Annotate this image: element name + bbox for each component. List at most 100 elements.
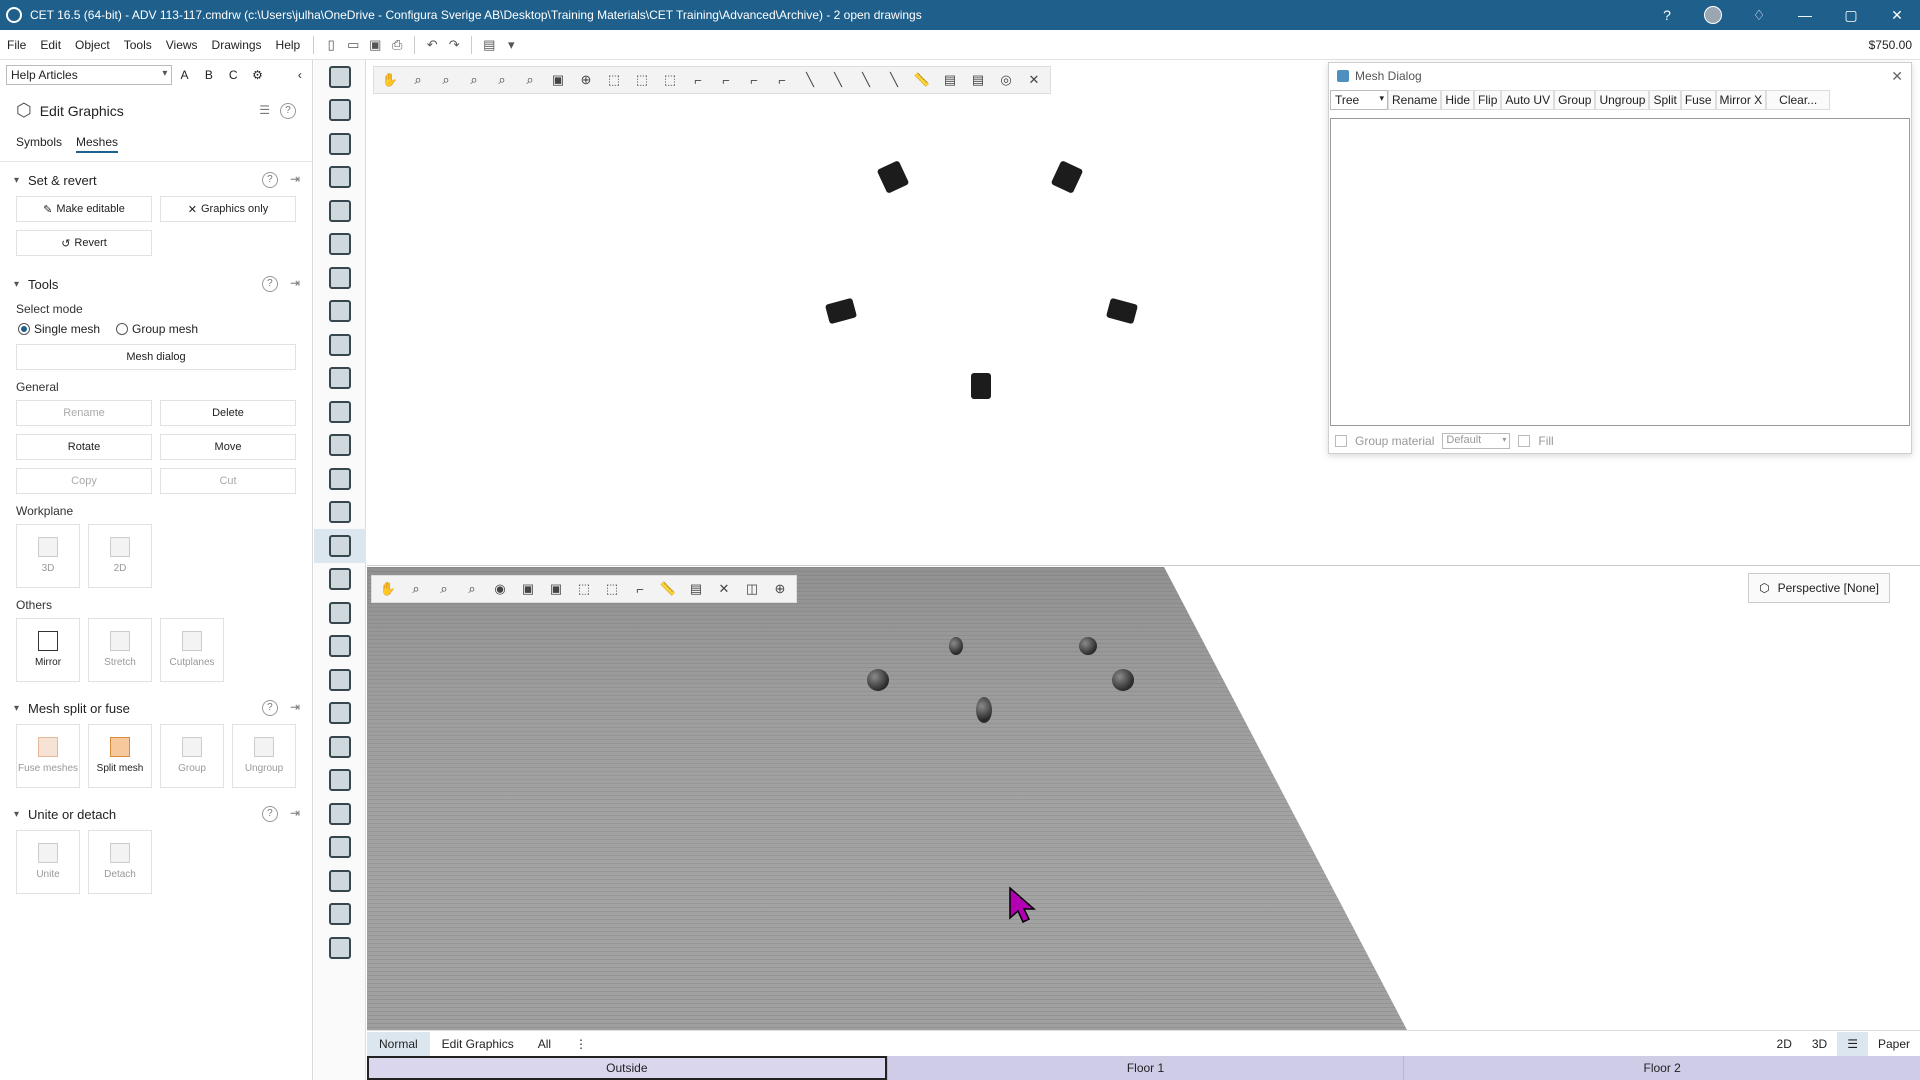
menu-views[interactable]: Views [159, 38, 205, 52]
mirror-x-button[interactable]: Mirror X [1715, 90, 1767, 110]
toolbar-catalog-icon[interactable] [314, 864, 366, 898]
stretch-button[interactable]: Stretch [88, 618, 152, 682]
ungroup-button[interactable]: Ungroup [1595, 90, 1650, 110]
mesh-dialog-button[interactable]: Mesh dialog [16, 344, 296, 370]
toolbar-drawing-icon[interactable] [314, 60, 366, 94]
tab-symbols[interactable]: Symbols [16, 135, 62, 153]
auto-uv-button[interactable]: Auto UV [1501, 90, 1555, 110]
zoom-extents-icon[interactable]: ⌕ [490, 69, 514, 91]
export-icon[interactable]: ⇥ [290, 700, 300, 716]
toolbar-camera-icon[interactable] [314, 596, 366, 630]
split-view-icon[interactable]: ☰ [1837, 1031, 1868, 1056]
layer2-icon[interactable]: ▤ [966, 69, 990, 91]
group-mesh-radio[interactable]: Group mesh [116, 322, 198, 336]
notification-icon[interactable]: ♢ [1736, 0, 1782, 30]
zoom-extents-icon[interactable]: ⌕ [460, 578, 484, 600]
more-options-icon[interactable]: ⋮ [563, 1032, 599, 1056]
line3-icon[interactable]: ╲ [854, 69, 878, 91]
mesh-object-3d[interactable] [949, 637, 963, 655]
screenshot-icon[interactable]: ▣ [546, 69, 570, 91]
graphics-only-button[interactable]: ✕ Graphics only [160, 196, 296, 222]
help-icon[interactable]: ? [261, 276, 278, 292]
delete-button[interactable]: Delete [160, 400, 296, 426]
detach-button[interactable]: Detach [88, 830, 152, 894]
toolbar-fish-icon[interactable] [314, 730, 366, 764]
view-2d-button[interactable]: 2D [1767, 1032, 1802, 1056]
view-paper-button[interactable]: Paper [1868, 1032, 1920, 1056]
toolbar-flag-icon[interactable] [314, 496, 366, 530]
group-material-checkbox[interactable] [1335, 435, 1347, 447]
clear-button[interactable]: Clear... [1766, 90, 1831, 110]
snap4-icon[interactable]: ⌐ [770, 69, 794, 91]
tree-select[interactable]: Tree ▾ [1330, 90, 1388, 110]
export-icon[interactable]: ⇥ [290, 172, 300, 188]
tab-edit-graphics[interactable]: Edit Graphics [430, 1032, 526, 1056]
letter-c-button[interactable]: C [221, 68, 245, 82]
section-unite-detach[interactable]: ▾ Unite or detach ? ⇥ [0, 802, 312, 826]
zoom-icon[interactable]: ⌕ [404, 578, 428, 600]
select-list-icon[interactable]: ⬚ [658, 69, 682, 91]
menu-help[interactable]: Help [269, 38, 308, 52]
split-mesh-button[interactable]: Split mesh [88, 724, 152, 788]
floor-outside[interactable]: Outside [367, 1056, 887, 1080]
toolbar-utensils-icon[interactable] [314, 328, 366, 362]
help-icon[interactable]: ? [261, 172, 278, 188]
material-select[interactable]: Default ▾ [1442, 433, 1511, 449]
group-button[interactable]: Group [1554, 90, 1596, 110]
zoom-out-icon[interactable]: ⌕ [432, 578, 456, 600]
redo-icon[interactable]: ↷ [443, 34, 465, 56]
line-icon[interactable]: ╲ [798, 69, 822, 91]
mesh-object-3d[interactable] [1112, 669, 1134, 691]
pan-icon[interactable]: ✋ [378, 69, 402, 91]
mesh-object-3d[interactable] [867, 669, 889, 691]
settings-icon[interactable]: ⚙ [245, 68, 269, 82]
move-button[interactable]: Move [160, 434, 296, 460]
toolbar-robot-icon[interactable] [314, 563, 366, 597]
toolbar-lightbulb-icon[interactable] [314, 362, 366, 396]
mesh-object[interactable] [971, 373, 991, 399]
view-3d[interactable]: ✋ ⌕ ⌕ ⌕ ◉ ▣ ▣ ⬚ ⬚ ⌐ 📏 ▤ ✕ ◫ ⊕ ⬡ Perspect… [367, 567, 1920, 1030]
ungroup-button[interactable]: Ungroup [232, 724, 296, 788]
split-button[interactable]: Split [1649, 90, 1681, 110]
revert-button[interactable]: ↺ Revert [16, 230, 152, 256]
orbit-icon[interactable]: ◉ [488, 578, 512, 600]
toolbar-tools-icon[interactable] [314, 161, 366, 195]
toolbar-people-icon[interactable] [314, 295, 366, 329]
toolbar-home-icon[interactable] [314, 429, 366, 463]
snap2-icon[interactable]: ⌐ [714, 69, 738, 91]
line2-icon[interactable]: ╲ [826, 69, 850, 91]
help-icon[interactable]: ? [261, 700, 278, 716]
zoom-out-icon[interactable]: ⌕ [434, 69, 458, 91]
menu-tools[interactable]: Tools [117, 38, 159, 52]
help-icon[interactable]: ? [261, 806, 278, 822]
section-split-fuse[interactable]: ▾ Mesh split or fuse ? ⇥ [0, 696, 312, 720]
snap-icon[interactable]: ⌐ [686, 69, 710, 91]
clear-icon[interactable]: ✕ [712, 578, 736, 600]
toolbar-book-icon[interactable] [314, 663, 366, 697]
layer-icon[interactable]: ▤ [938, 69, 962, 91]
snap-icon[interactable]: ⌐ [628, 578, 652, 600]
avatar[interactable] [1690, 0, 1736, 30]
print-icon[interactable]: ⎙ [386, 34, 408, 56]
new-file-icon[interactable]: ▯ [320, 34, 342, 56]
letter-a-button[interactable]: A [172, 68, 196, 82]
fuse-meshes-button[interactable]: Fuse meshes [16, 724, 80, 788]
chevron-down-icon[interactable]: ▾ [500, 34, 522, 56]
select-icon[interactable]: ⬚ [572, 578, 596, 600]
zoom-window-icon[interactable]: ⌕ [462, 69, 486, 91]
letter-b-button[interactable]: B [197, 68, 221, 82]
mirror-button[interactable]: Mirror [16, 618, 80, 682]
tab-meshes[interactable]: Meshes [76, 135, 119, 153]
toolbar-search-icon[interactable] [314, 931, 366, 965]
undo-icon[interactable]: ↶ [421, 34, 443, 56]
zoom-selection-icon[interactable]: ⌕ [518, 69, 542, 91]
select-cross-icon[interactable]: ⬚ [630, 69, 654, 91]
save-icon[interactable]: ▣ [364, 34, 386, 56]
toolbar-ruler-icon[interactable] [314, 194, 366, 228]
help-icon[interactable]: ? [1644, 0, 1690, 30]
menu-edit[interactable]: Edit [33, 38, 68, 52]
workplane-2d-button[interactable]: 2D [88, 524, 152, 588]
pan-icon[interactable]: ✋ [376, 578, 400, 600]
layout-icon[interactable]: ▤ [478, 34, 500, 56]
hide-button[interactable]: Hide [1441, 90, 1475, 110]
